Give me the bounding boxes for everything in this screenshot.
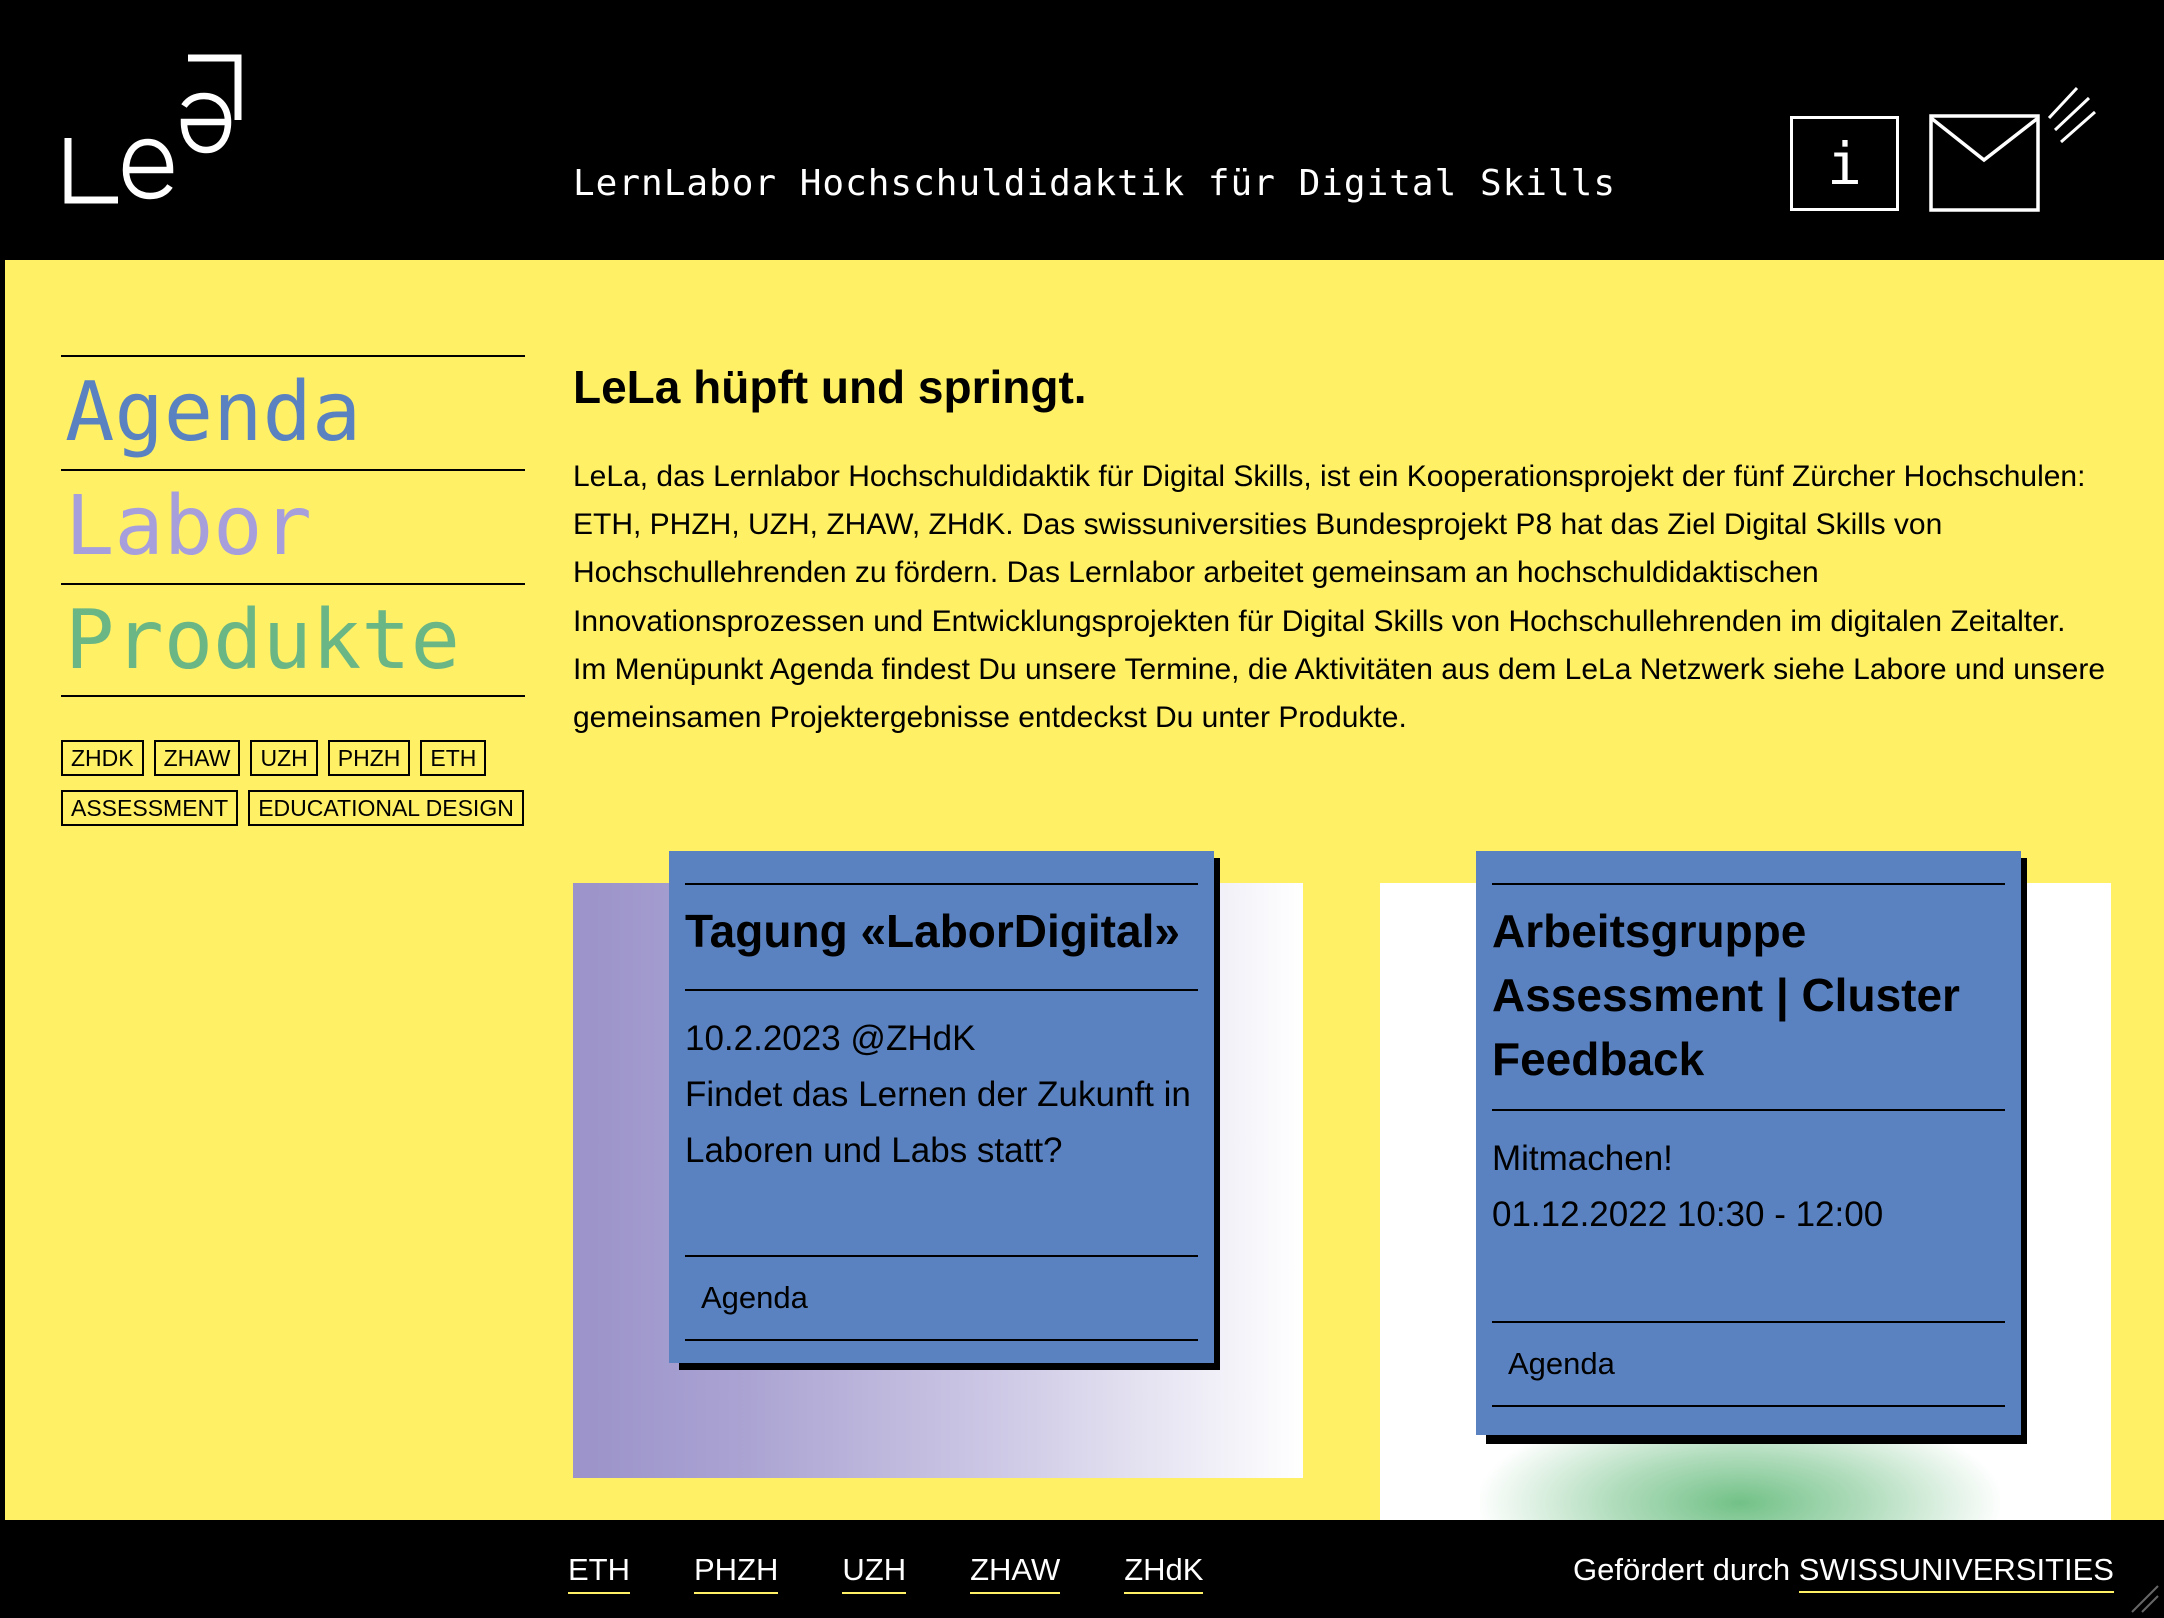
tag-eth[interactable]: ETH (420, 740, 487, 776)
intro-paragraph: Im Menüpunkt Agenda findest Du unsere Te… (573, 652, 2106, 735)
card-date: 10.2.2023 @ZHdK (685, 1019, 976, 1058)
funding-label: Gefördert durch (1573, 1552, 1791, 1587)
lela-logo-icon[interactable] (60, 50, 250, 220)
card-agenda-link[interactable]: Agenda (685, 1257, 1198, 1339)
page-headline: LeLa hüpft und springt. (573, 361, 1087, 413)
nav-agenda[interactable]: Agenda (61, 355, 525, 469)
tag-uzh[interactable]: UZH (250, 740, 318, 776)
footer-link-zhdk[interactable]: ZHdK (1124, 1552, 1204, 1594)
sponsor-link[interactable]: SWISSUNIVERSITIES (1798, 1552, 2114, 1593)
card-callout: Mitmachen! (1492, 1139, 1673, 1178)
nav-produkte[interactable]: Produkte (61, 583, 525, 697)
tag-phzh[interactable]: PHZH (327, 740, 411, 776)
card-agenda-link[interactable]: Agenda (1492, 1323, 2005, 1405)
info-icon: i (1827, 129, 1862, 198)
site-footer: ETH PHZH UZH ZHAW ZHdK Gefördert durch S… (5, 1520, 2164, 1618)
footer-link-phzh[interactable]: PHZH (694, 1552, 779, 1594)
card-title: Tagung «LaborDigital» (685, 905, 1180, 957)
tag-zhdk[interactable]: ZHDK (61, 740, 144, 776)
event-card-assessment[interactable]: Arbeitsgruppe Assessment | Cluster Feedb… (1476, 851, 2021, 1435)
funding-notice: Gefördert durch SWISSUNIVERSITIES (1573, 1552, 2114, 1593)
nav-labor[interactable]: Labor (61, 469, 525, 583)
site-header: LernLabor Hochschuldidaktik für Digital … (5, 0, 2164, 260)
main-nav: Agenda Labor Produkte (61, 355, 525, 697)
info-button[interactable]: i (1790, 116, 1899, 211)
tag-educational-design[interactable]: EDUCATIONAL DESIGN (248, 790, 524, 826)
mail-icon[interactable] (1927, 82, 2097, 214)
site-title: LernLabor Hochschuldidaktik für Digital … (573, 163, 1616, 204)
tag-assessment[interactable]: ASSESSMENT (61, 790, 239, 826)
footer-link-zhaw[interactable]: ZHAW (970, 1552, 1061, 1594)
intro-text: LeLa, das Lernlabor Hochschuldidaktik fü… (573, 453, 2113, 742)
card-body: 10.2.2023 @ZHdK Findet das Lernen der Zu… (685, 991, 1198, 1255)
partner-links: ETH PHZH UZH ZHAW ZHdK (568, 1552, 1204, 1594)
footer-link-eth[interactable]: ETH (568, 1552, 630, 1594)
event-card-labordigital[interactable]: Tagung «LaborDigital» 10.2.2023 @ZHdK Fi… (669, 851, 1214, 1363)
intro-paragraph: LeLa, das Lernlabor Hochschuldidaktik fü… (573, 460, 2086, 638)
card-description: Findet das Lernen der Zukunft in Laboren… (685, 1075, 1191, 1170)
tag-zhaw[interactable]: ZHAW (153, 740, 241, 776)
tag-list: ZHDK ZHAW UZH PHZH ETH ASSESSMENT EDUCAT… (61, 740, 531, 826)
card-date: 01.12.2022 10:30 - 12:00 (1492, 1195, 1884, 1234)
resize-grip-icon[interactable] (2128, 1582, 2160, 1614)
card-body: Mitmachen! 01.12.2022 10:30 - 12:00 (1492, 1111, 2005, 1321)
card-title: Arbeitsgruppe Assessment | Cluster Feedb… (1492, 905, 1960, 1085)
main-content: Agenda Labor Produkte ZHDK ZHAW UZH PHZH… (5, 260, 2164, 1520)
footer-link-uzh[interactable]: UZH (842, 1552, 907, 1594)
